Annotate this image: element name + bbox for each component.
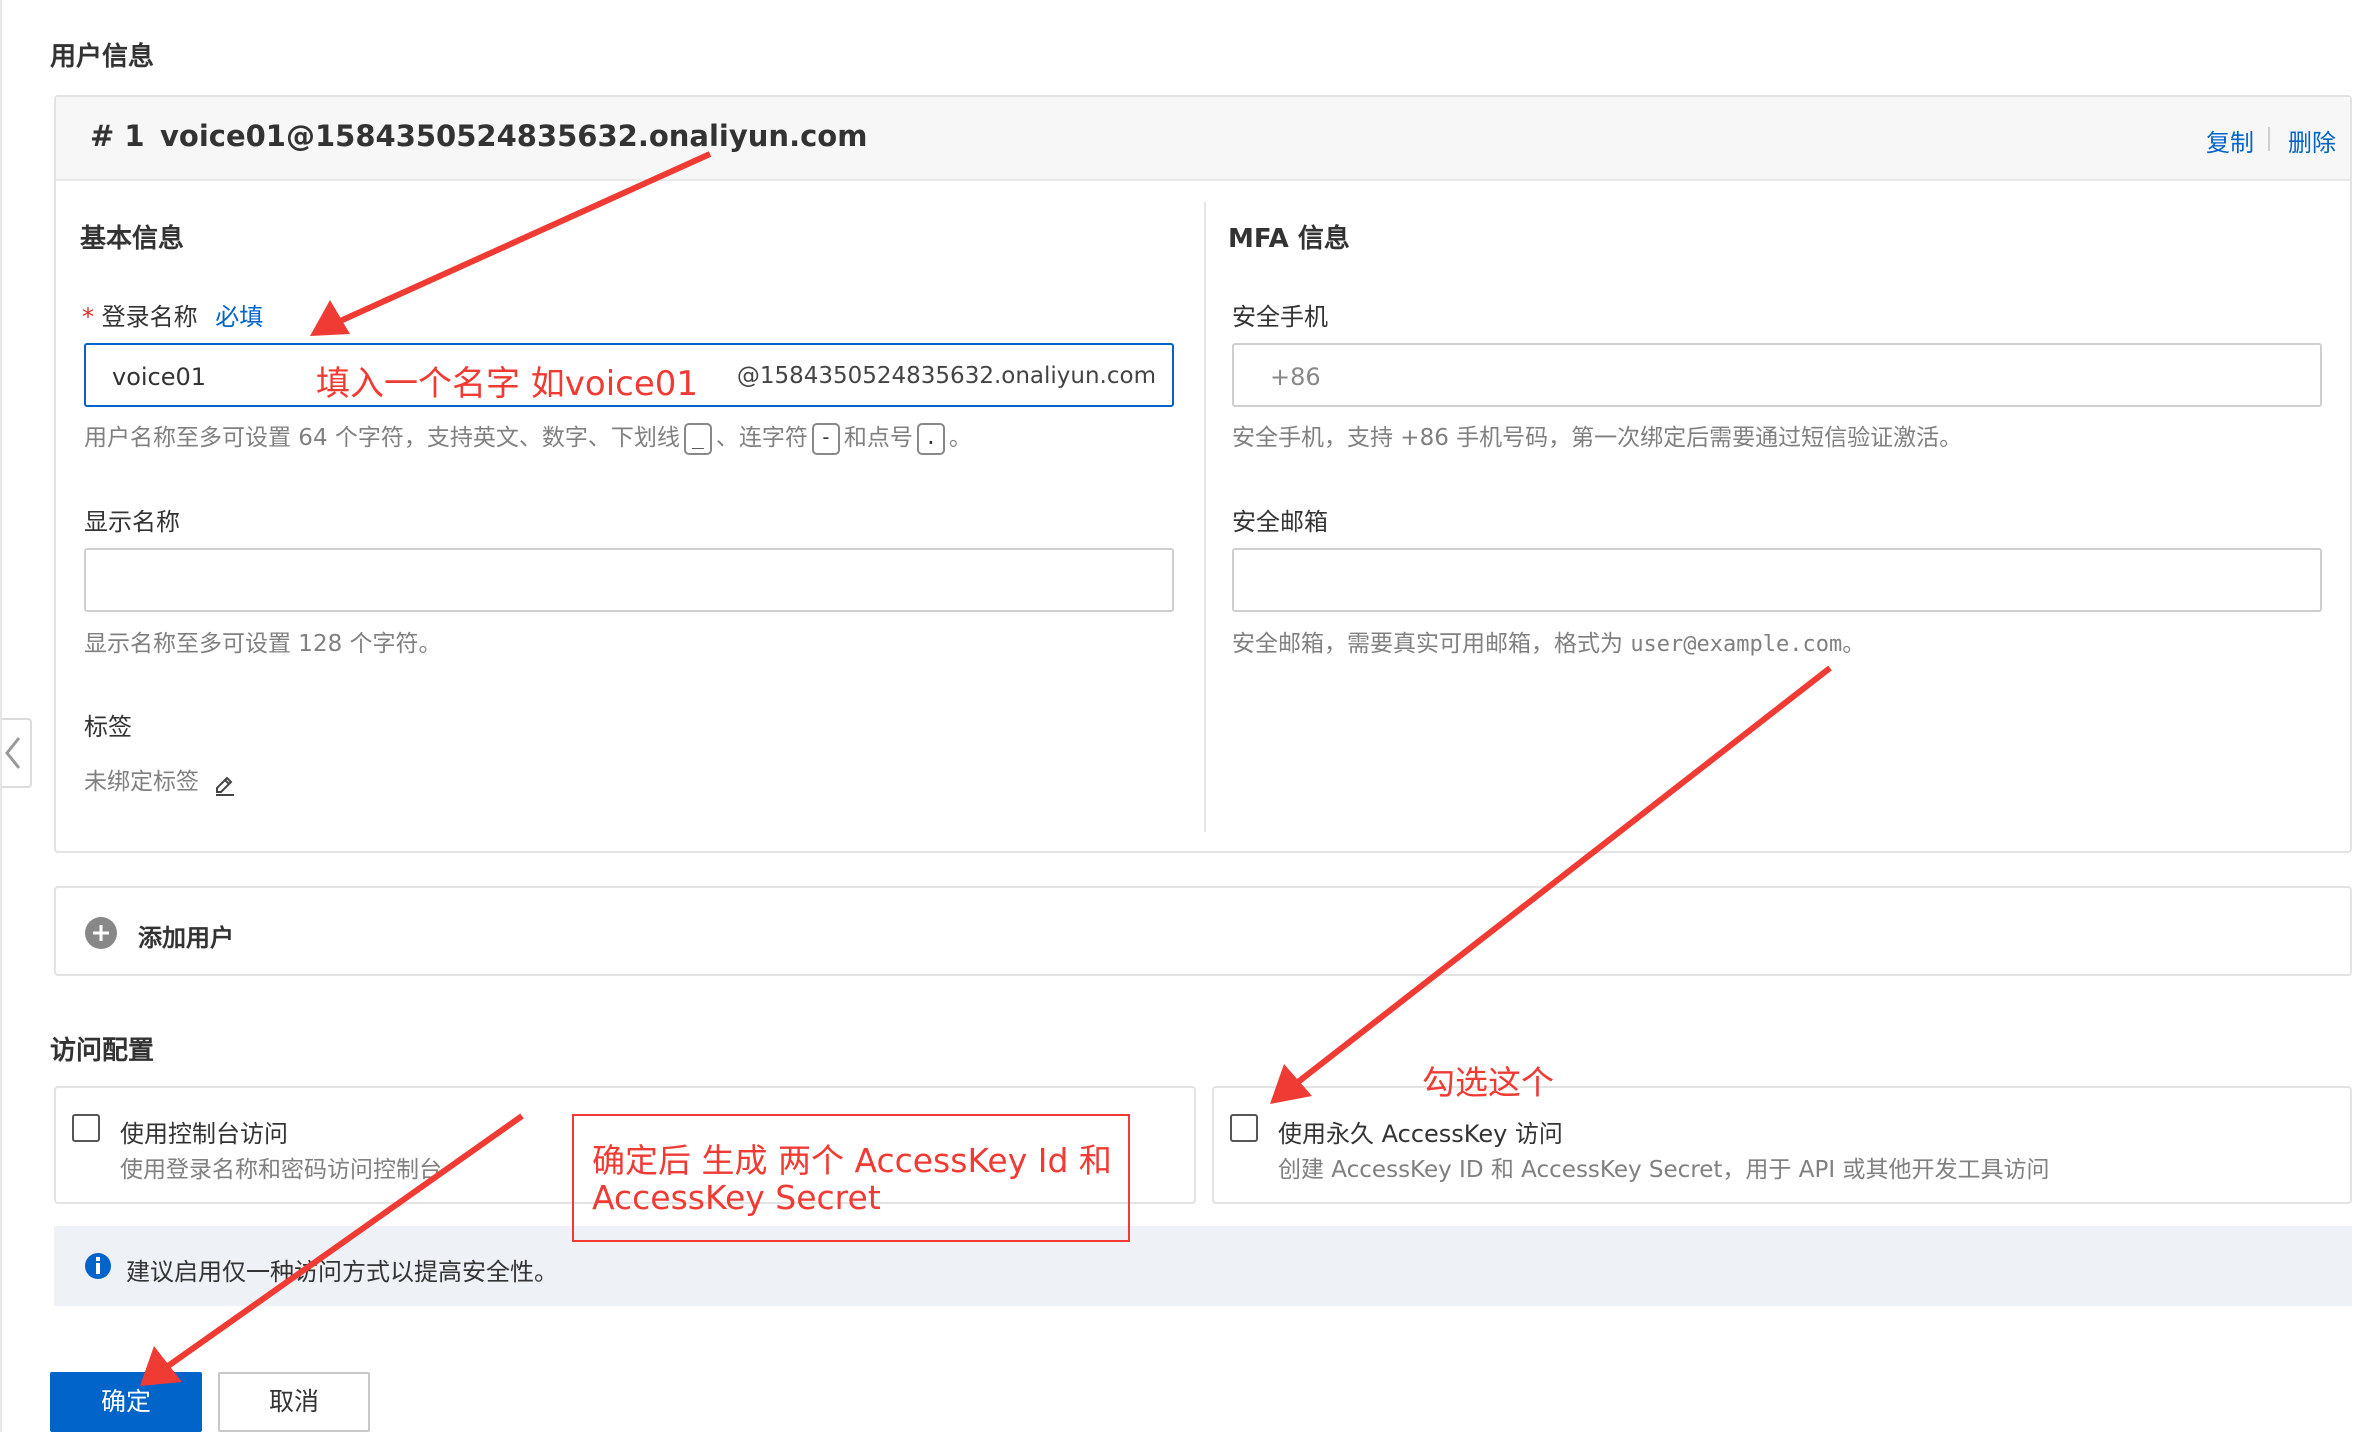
column-divider bbox=[1204, 202, 1206, 832]
login-name-value: voice01 bbox=[112, 363, 207, 391]
tags-value[interactable]: 未绑定标签 bbox=[84, 762, 238, 796]
accesskey-access-checkbox[interactable] bbox=[1230, 1114, 1258, 1142]
security-notice: 建议启用仅一种访问方式以提高安全性。 bbox=[54, 1226, 2352, 1306]
required-star: * bbox=[82, 303, 94, 331]
security-phone-label: 安全手机 bbox=[1232, 303, 1328, 331]
accesskey-access-label: 使用永久 AccessKey 访问 bbox=[1278, 1120, 1563, 1148]
annotation-result-line-2: AccessKey Secret bbox=[592, 1178, 881, 1217]
annotation-result-box: 确定后 生成 两个 AccessKey Id 和 AccessKey Secre… bbox=[572, 1114, 1130, 1242]
add-user-row[interactable]: 添加用户 bbox=[54, 886, 2352, 976]
header-divider bbox=[2268, 127, 2270, 151]
confirm-button[interactable]: 确定 bbox=[50, 1372, 202, 1432]
annotation-check-hint: 勾选这个 bbox=[1422, 1063, 1554, 1102]
delete-link[interactable]: 删除 bbox=[2288, 123, 2336, 158]
copy-link[interactable]: 复制 bbox=[2206, 123, 2254, 158]
security-notice-text: 建议启用仅一种访问方式以提高安全性。 bbox=[126, 1258, 558, 1286]
info-icon bbox=[85, 1253, 111, 1279]
security-email-help: 安全邮箱，需要真实可用邮箱，格式为 user@example.com。 bbox=[1232, 631, 1866, 657]
cancel-button[interactable]: 取消 bbox=[218, 1372, 370, 1432]
plus-circle-icon bbox=[85, 917, 117, 949]
basic-info-title: 基本信息 bbox=[80, 224, 185, 254]
section-title-access: 访问配置 bbox=[50, 1036, 155, 1066]
console-access-checkbox[interactable] bbox=[72, 1114, 100, 1142]
user-card: # 1 voice01@1584350524835632.onaliyun.co… bbox=[54, 95, 2352, 853]
section-title-user-info: 用户信息 bbox=[50, 42, 155, 72]
security-phone-input[interactable]: +86 bbox=[1232, 343, 2322, 407]
accesskey-access-desc: 创建 AccessKey ID 和 AccessKey Secret，用于 AP… bbox=[1278, 1157, 2050, 1183]
display-name-input[interactable] bbox=[84, 548, 1174, 612]
security-email-label: 安全邮箱 bbox=[1232, 508, 1328, 536]
console-access-label: 使用控制台访问 bbox=[120, 1120, 288, 1148]
annotation-result-line-1: 确定后 生成 两个 AccessKey Id 和 bbox=[592, 1141, 1112, 1180]
edit-icon[interactable] bbox=[212, 770, 238, 796]
sidebar-collapse-handle[interactable] bbox=[0, 718, 32, 788]
email-format-example: user@example.com bbox=[1630, 632, 1843, 657]
add-user-label: 添加用户 bbox=[138, 924, 234, 952]
display-name-label: 显示名称 bbox=[84, 508, 180, 536]
annotation-name-hint: 填入一个名字 如voice01 bbox=[316, 364, 699, 404]
mfa-info-title: MFA 信息 bbox=[1228, 224, 1350, 254]
display-name-help: 显示名称至多可设置 128 个字符。 bbox=[84, 631, 442, 657]
accesskey-access-option[interactable]: 使用永久 AccessKey 访问 创建 AccessKey ID 和 Acce… bbox=[1212, 1086, 2352, 1204]
login-name-suffix: @1584350524835632.onaliyun.com bbox=[736, 363, 1156, 389]
kbd-dash: - bbox=[811, 422, 840, 455]
user-card-header: # 1 voice01@1584350524835632.onaliyun.co… bbox=[56, 97, 2350, 181]
required-tag: 必填 bbox=[215, 303, 264, 331]
kbd-dot: . bbox=[916, 422, 945, 455]
user-number: # 1 bbox=[90, 119, 145, 153]
console-access-desc: 使用登录名称和密码访问控制台 bbox=[120, 1157, 442, 1183]
login-name-label: * 登录名称 必填 bbox=[82, 303, 264, 331]
login-name-help: 用户名称至多可设置 64 个字符，支持英文、数字、下划线 _ 、连字符 - 和点号.。 bbox=[84, 418, 972, 455]
page-left-border bbox=[0, 0, 2, 1432]
security-phone-placeholder: +86 bbox=[1270, 363, 1321, 391]
security-phone-help: 安全手机，支持 +86 手机号码，第一次绑定后需要通过短信验证激活。 bbox=[1232, 425, 1963, 451]
security-email-input[interactable] bbox=[1232, 548, 2322, 612]
tags-label: 标签 bbox=[84, 713, 132, 741]
kbd-underscore: _ bbox=[683, 422, 712, 455]
chevron-left-icon bbox=[5, 737, 21, 769]
user-email: voice01@1584350524835632.onaliyun.com bbox=[160, 119, 868, 153]
